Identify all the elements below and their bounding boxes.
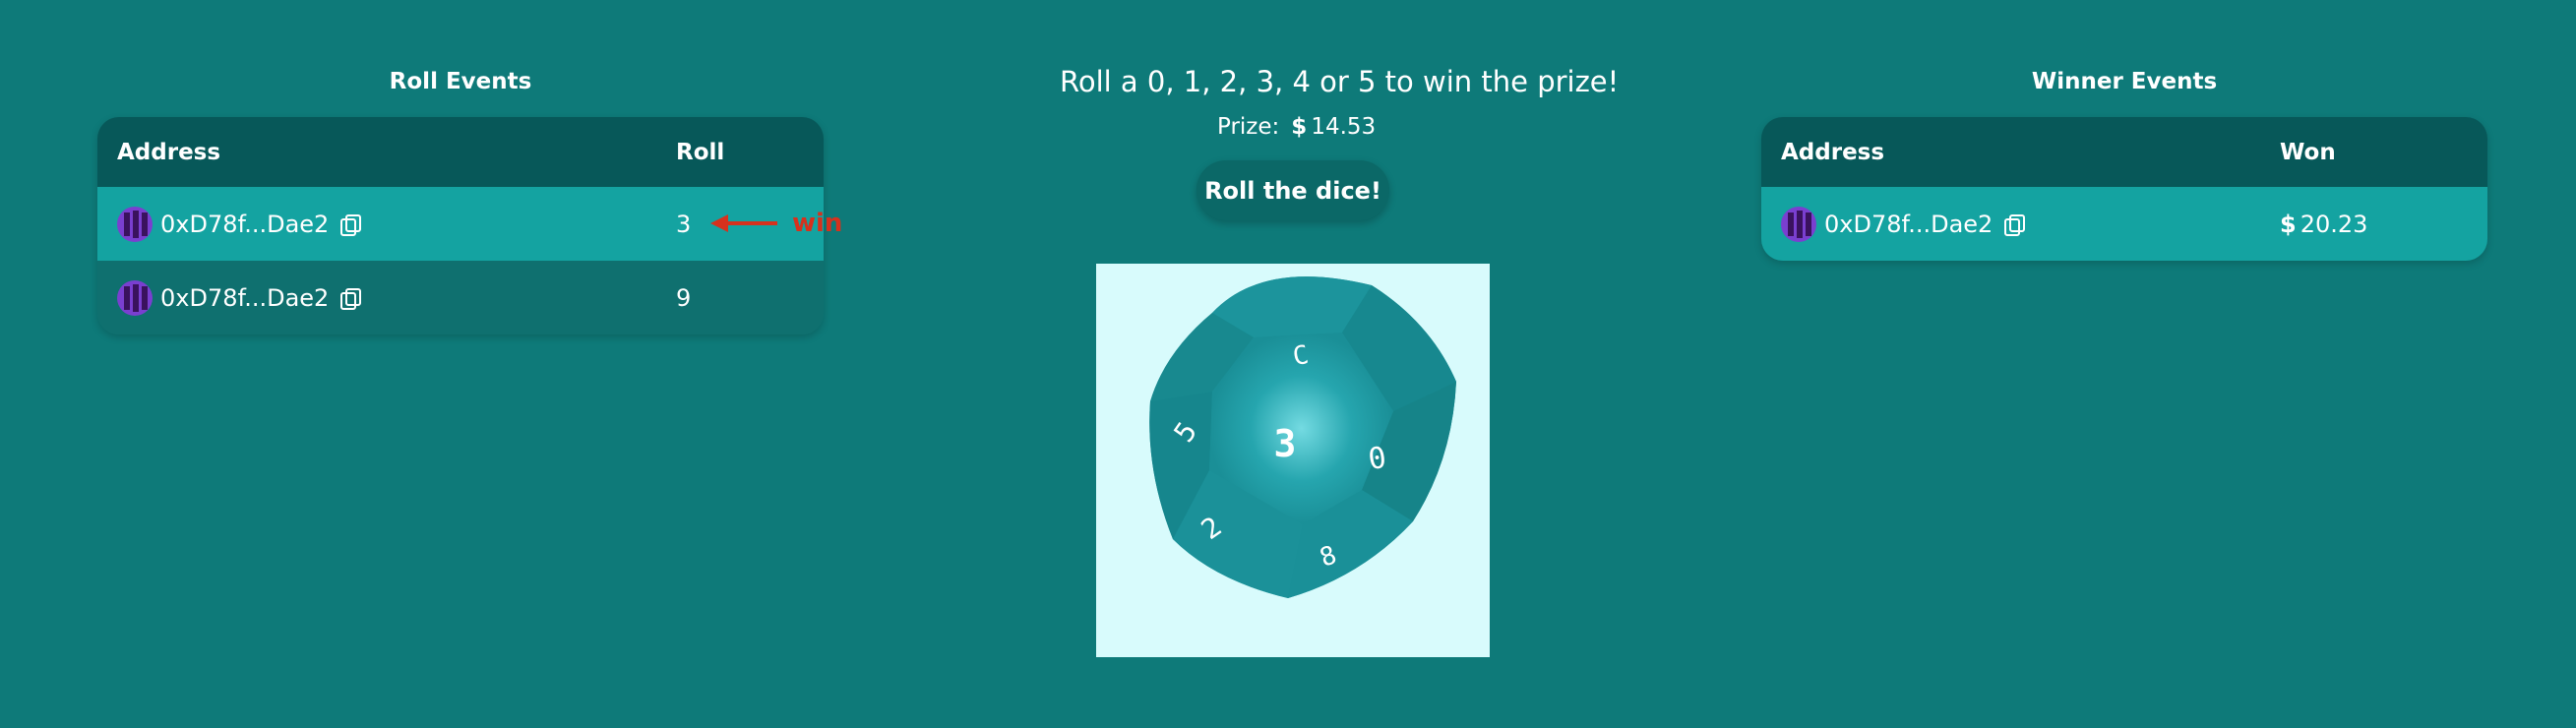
table-row: 0xD78f...Dae2 $ 20.23	[1761, 187, 2487, 261]
address-text: 0xD78f...Dae2	[160, 210, 330, 238]
avatar	[117, 206, 153, 242]
address-text: 0xD78f...Dae2	[1824, 210, 1993, 238]
address-cell: 0xD78f...Dae2	[97, 279, 676, 316]
dice-number-center: 3	[1274, 422, 1297, 465]
prize-currency: $	[1291, 114, 1308, 140]
roll-events-title: Roll Events	[389, 69, 532, 94]
winner-events-title: Winner Events	[2031, 69, 2218, 94]
column-header-address: Address	[1781, 139, 1885, 165]
column-header-roll: Roll	[676, 139, 725, 165]
roll-value: 9	[676, 283, 692, 312]
roll-dice-button[interactable]: Roll the dice!	[1196, 160, 1389, 220]
roll-value: 3	[676, 210, 692, 238]
address-cell: 0xD78f...Dae2	[97, 206, 676, 242]
annotation-arrow-icon	[710, 214, 777, 232]
column-header-address: Address	[117, 139, 221, 165]
game-instruction: Roll a 0, 1, 2, 3, 4 or 5 to win the pri…	[1060, 65, 1620, 98]
table-row: 0xD78f...Dae2 9	[97, 261, 824, 334]
copy-icon[interactable]	[2004, 213, 2026, 236]
column-header-won: Won	[2280, 139, 2336, 165]
address-text: 0xD78f...Dae2	[160, 283, 330, 312]
won-currency: $	[2280, 210, 2297, 238]
won-cell: $ 20.23	[2280, 211, 2367, 238]
winner-events-table: Address Won 0xD78f...Dae2 $ 20.23	[1761, 117, 2487, 261]
annotation-win: win	[792, 209, 843, 238]
avatar	[117, 279, 153, 316]
prize-label: Prize:	[1217, 114, 1280, 140]
won-value: 20.23	[2300, 210, 2368, 238]
winner-events-header: Address Won	[1761, 117, 2487, 187]
copy-icon[interactable]	[340, 213, 362, 236]
avatar	[1781, 206, 1816, 242]
dice-icon: 3 0 5 2 8 C	[1149, 276, 1456, 598]
prize-value: 14.53	[1311, 114, 1377, 140]
address-cell: 0xD78f...Dae2	[1761, 206, 2280, 242]
copy-icon[interactable]	[340, 287, 362, 310]
dice-canvas[interactable]: 3 0 5 2 8 C	[1096, 264, 1490, 657]
roll-events-header: Address Roll	[97, 117, 824, 187]
prize-display: Prize: $ 14.53	[1217, 114, 1376, 140]
